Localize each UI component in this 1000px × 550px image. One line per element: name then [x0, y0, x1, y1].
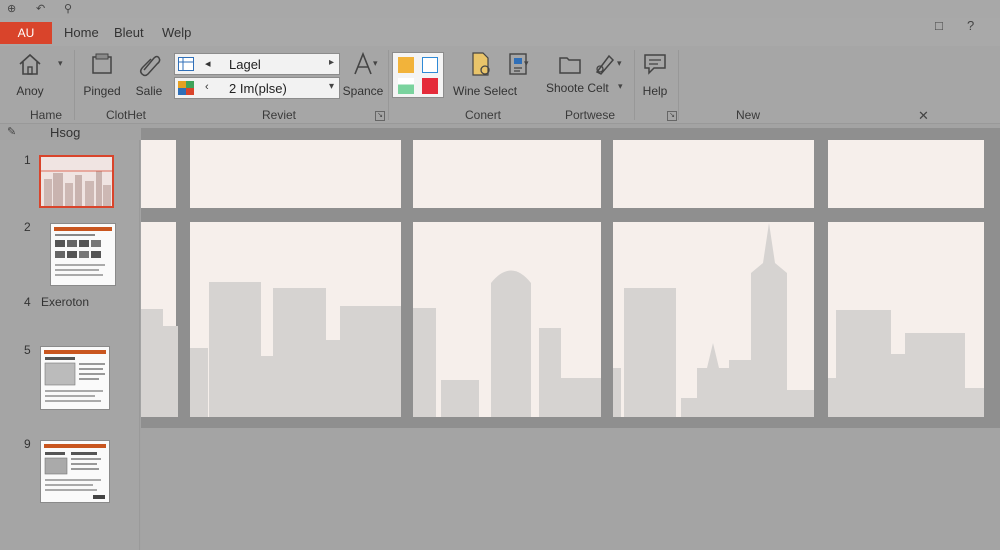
select-layout-button[interactable]: [494, 50, 544, 78]
pen-icon: [595, 54, 615, 75]
salie-label: Salie: [135, 84, 163, 98]
swatch-orange[interactable]: [398, 57, 414, 73]
group-label-portwese: Portwese: [565, 108, 616, 122]
swatch-green[interactable]: [398, 78, 414, 94]
tab-bleut[interactable]: Bleut: [114, 25, 144, 40]
ribbon: Anoy ▾ Hame Pinged Salie ClotHet ◂ Lagel…: [0, 46, 1000, 124]
chevron-down-icon[interactable]: ▾: [58, 58, 63, 69]
undo-icon[interactable]: ↶: [36, 2, 45, 15]
chevron-right-icon: ▸: [328, 57, 334, 68]
file-tab[interactable]: AU: [0, 22, 52, 44]
group-label-new: New: [736, 108, 761, 122]
divider: [74, 50, 75, 120]
slide-number: 2: [24, 220, 31, 234]
chat-icon: [644, 54, 666, 75]
slide-thumbnail-2[interactable]: [50, 223, 116, 286]
chevron-down-icon[interactable]: ▾: [617, 58, 622, 69]
ribbon-tabs: AU Home Bleut Welp □ ?: [0, 18, 1000, 46]
spance-button[interactable]: Spance: [338, 50, 388, 98]
slide-thumbnail-1[interactable]: [39, 155, 114, 208]
chevron-down-icon: ▾: [328, 81, 334, 92]
city-skyline-window-image: [141, 128, 1000, 428]
slide-canvas[interactable]: [141, 128, 1000, 428]
slide-number: 9: [24, 437, 31, 451]
chevron-down-icon[interactable]: ▾: [524, 58, 529, 69]
swatch-blue-outline[interactable]: [422, 57, 438, 73]
table-icon: [178, 57, 194, 71]
help-label: Help: [642, 84, 668, 98]
pin-icon[interactable]: ⚲: [64, 2, 72, 15]
chevron-down-icon[interactable]: ▾: [618, 81, 623, 92]
document-thumbnail-image: [44, 350, 106, 402]
slide-number: 4: [24, 295, 31, 309]
wine-select-label: Wine Select: [453, 84, 518, 98]
spance-label: Spance: [342, 84, 384, 98]
label-combo[interactable]: ◂ Lagel ▸: [174, 53, 340, 75]
clip-icon: [139, 55, 161, 77]
workspace-background: [141, 428, 1000, 550]
document-thumbnail-image: [44, 444, 106, 499]
color-grid-icon: [178, 81, 194, 95]
save-icon[interactable]: ⊕: [7, 2, 16, 15]
document-icon: [472, 52, 490, 76]
slide-thumbnails-pane: 1 2 4 Exeroton 5 9: [0, 140, 140, 550]
skyline-thumbnail-image: [41, 157, 112, 206]
swatch-red[interactable]: [422, 78, 438, 94]
anoy-button[interactable]: Anoy: [5, 50, 55, 98]
slide-thumbnail-5[interactable]: [40, 346, 110, 410]
pinged-label: Pinged: [83, 84, 121, 98]
chevron-left-icon: ‹: [205, 81, 209, 93]
slide-thumbnail-9[interactable]: [40, 440, 110, 503]
dialog-launcher-icon[interactable]: ↘: [667, 111, 677, 121]
dialog-launcher-icon[interactable]: ↘: [375, 111, 385, 121]
slide-label: Exeroton: [41, 295, 90, 309]
label-combo-text: Lagel: [229, 57, 261, 72]
salie-button[interactable]: Salie: [124, 50, 174, 98]
divider: [388, 50, 389, 120]
close-icon[interactable]: ✕: [918, 108, 929, 124]
help-button[interactable]: Help: [630, 50, 680, 98]
image-combo[interactable]: ‹ 2 Im(plse) ▾: [174, 77, 340, 99]
folder-icon: [92, 53, 112, 74]
slide-number: 1: [24, 153, 31, 167]
pinged-button[interactable]: Pinged: [77, 50, 127, 98]
restore-icon[interactable]: □: [935, 18, 949, 33]
divider: [678, 50, 679, 120]
pencil-icon[interactable]: ✎: [7, 125, 16, 138]
color-swatches: [392, 52, 444, 98]
document-thumbnail-image: [54, 227, 112, 276]
group-label-conert: Conert: [465, 108, 502, 122]
image-combo-text: 2 Im(plse): [229, 81, 287, 96]
group-label-reviet: Reviet: [262, 108, 297, 122]
shoote-celt-label: Shoote Celt: [546, 81, 609, 95]
chevron-down-icon[interactable]: ▾: [373, 58, 378, 69]
tab-welp[interactable]: Welp: [162, 25, 191, 40]
pane-title: Hsog: [50, 125, 81, 140]
tab-home[interactable]: Home: [64, 25, 99, 40]
group-label-clothet: ClotHet: [106, 108, 147, 122]
pen-button[interactable]: [580, 50, 630, 78]
title-bar: ⊕ ↶ ⚲: [0, 0, 1000, 18]
anoy-label: Anoy: [16, 84, 44, 98]
slide-number: 5: [24, 343, 31, 357]
home-icon: [19, 53, 41, 75]
help-icon[interactable]: ?: [967, 18, 981, 33]
chevron-left-icon: ◂: [205, 58, 211, 70]
group-label-hame: Hame: [30, 108, 63, 122]
